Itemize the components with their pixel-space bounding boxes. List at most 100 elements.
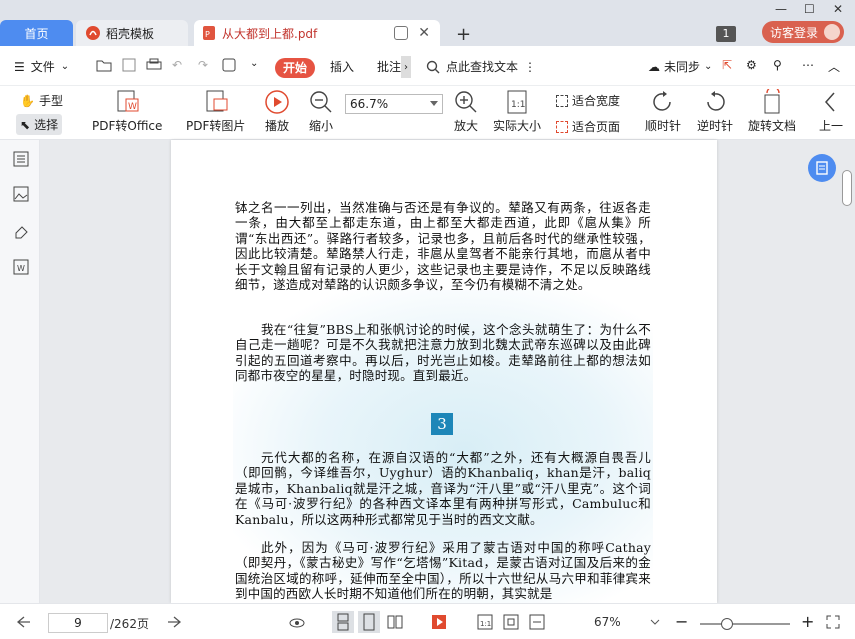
previous-page-button[interactable]: 上一 [818, 89, 844, 134]
zoom-in-label: 放大 [453, 119, 478, 133]
paragraph-3: 元代大都的名称，在源自汉语的“大都”之外，还有大概源自畏吾儿（即回鹘，今译维吾尔… [235, 450, 651, 527]
chevron-left-icon [824, 92, 835, 112]
rotate-counterclockwise-button[interactable]: 逆时针 [697, 89, 733, 134]
zoom-out-button[interactable]: 缩小 [308, 89, 334, 134]
tab-document-label: 从大都到上都.pdf [222, 26, 318, 41]
gear-icon[interactable]: ⚙ [746, 58, 757, 72]
menu-start[interactable]: 开始 [275, 58, 315, 78]
zoom-in-button[interactable]: 放大 [453, 89, 479, 134]
sync-status[interactable]: ☁ 未同步 ⌄ [648, 58, 712, 75]
tab-template[interactable]: 稻壳模板 [76, 20, 188, 46]
actual-size-icon[interactable]: 1:1 [476, 613, 494, 631]
zoom-out-icon[interactable]: − [675, 613, 693, 631]
tab-document[interactable]: P 从大都到上都.pdf ✕ [194, 20, 440, 46]
undo-icon[interactable]: ↶ [172, 58, 182, 72]
pdf-to-image-label: PDF转图片 [186, 119, 246, 133]
open-icon[interactable] [96, 58, 112, 72]
page-number-input[interactable]: 9 [48, 613, 108, 633]
play-label: 播放 [264, 119, 289, 133]
export-icon[interactable] [222, 58, 236, 72]
document-canvas[interactable]: 钵之名一一列出，当然准确与否还是有争议的。辇路又有两条，往返各走一条，由大都至上… [40, 140, 855, 603]
outline-icon[interactable] [13, 151, 29, 167]
prev-page-arrow-icon[interactable] [14, 613, 32, 631]
play-button[interactable]: 播放 [264, 89, 290, 134]
menu-insert-label: 插入 [330, 60, 355, 74]
zoom-in-icon[interactable]: + [801, 613, 819, 631]
more-horizontal-icon[interactable]: ⋯ [802, 58, 814, 72]
menu-annotate-label: 批注 [377, 60, 402, 74]
window-close-icon[interactable]: ✕ [833, 2, 843, 16]
select-tool[interactable]: ⬉ 选择 [16, 114, 63, 135]
fit-page-icon[interactable] [502, 613, 520, 631]
login-button[interactable]: 访客登录 [762, 21, 844, 43]
zoom-select[interactable]: 66.7% [345, 94, 443, 114]
rotate-counterclockwise-label: 逆时针 [697, 119, 734, 133]
fit-page-icon [556, 120, 568, 133]
file-menu-label: 文件 [30, 60, 55, 74]
fit-page-button[interactable]: 适合页面 [556, 118, 620, 135]
two-page-view-icon[interactable] [386, 613, 404, 631]
fit-page-label: 适合页面 [572, 120, 621, 134]
annotation-icon[interactable] [13, 224, 29, 240]
search-placeholder: 点此查找文本 [446, 60, 519, 74]
zoom-out-label: 缩小 [308, 119, 333, 133]
scroll-right-icon[interactable]: › [401, 56, 411, 78]
hamburger-icon: ☰ [14, 59, 25, 74]
fit-width-icon[interactable] [528, 613, 546, 631]
window-count-badge[interactable]: 1 [716, 26, 736, 42]
save-icon[interactable] [122, 58, 136, 72]
print-icon[interactable] [146, 58, 162, 72]
menu-annotate[interactable]: 批注 [377, 58, 401, 75]
rotate-document-icon [764, 89, 780, 114]
next-page-arrow-icon[interactable] [166, 613, 184, 631]
fit-width-button[interactable]: 适合宽度 [556, 92, 620, 109]
convert-icon[interactable]: W [13, 259, 29, 275]
thumbnail-icon[interactable] [13, 186, 29, 202]
new-tab-button[interactable]: + [456, 24, 471, 45]
menu-bar: ☰ 文件 ⌄ ↶ ↷ ⌄ 插入 批注 › 点此查找文本 ⋮ ☁ 未同步 ⌄ ⇱ … [0, 46, 855, 86]
tab-home-label: 首页 [24, 26, 49, 41]
maximize-icon[interactable]: ☐ [804, 2, 815, 16]
help-icon[interactable]: ⚲ [773, 58, 782, 72]
eye-icon[interactable] [288, 613, 306, 631]
pdf-to-office-button[interactable]: W PDF转Office [92, 89, 162, 134]
actual-size-label: 实际大小 [493, 119, 542, 133]
paragraph-4: 此外，因为《马可·波罗行纪》采用了蒙古语对中国的称呼Cathay（即契丹，《蒙古… [235, 540, 651, 602]
zoom-slider[interactable] [700, 618, 790, 630]
ribbon-toolbar: ✋ 手型 ⬉ 选择 W PDF转Office PDF转图片 播放 缩小 66.7… [0, 86, 855, 140]
hand-icon: ✋ [20, 93, 35, 108]
more-vertical-icon[interactable]: ⋮ [524, 60, 536, 74]
fullscreen-icon[interactable] [824, 613, 842, 631]
more-chevron-icon[interactable]: ⌄ [250, 58, 258, 69]
tab-template-label: 稻壳模板 [106, 26, 155, 41]
actual-size-icon: 1:1 [507, 90, 527, 114]
minimize-icon[interactable]: — [775, 2, 787, 16]
rotate-clockwise-button[interactable]: 顺时针 [645, 89, 681, 134]
single-page-view-icon[interactable] [332, 611, 354, 633]
zoom-slider-knob[interactable] [721, 618, 733, 630]
zoom-out-icon [310, 91, 332, 113]
chevron-down-icon[interactable] [648, 613, 662, 631]
redo-icon[interactable]: ↷ [198, 58, 208, 72]
svg-text:1:1: 1:1 [511, 100, 525, 110]
vertical-scrollbar[interactable] [842, 170, 852, 206]
chevron-down-icon [430, 101, 438, 106]
close-tab-icon[interactable]: ✕ [418, 25, 430, 41]
pdf-to-image-button[interactable]: PDF转图片 [186, 89, 245, 134]
left-sidebar: W [0, 140, 40, 603]
fit-width-label: 适合宽度 [572, 94, 621, 108]
collapse-ribbon-icon[interactable]: ︿ [828, 58, 840, 75]
share-icon[interactable]: ⇱ [722, 58, 732, 72]
rotate-document-button[interactable]: 旋转文档 [748, 89, 796, 134]
menu-insert[interactable]: 插入 [330, 58, 354, 75]
tab-home[interactable]: 首页 [0, 20, 73, 46]
file-menu[interactable]: ☰ 文件 ⌄ [14, 58, 69, 75]
hand-tool[interactable]: ✋ 手型 [20, 92, 63, 109]
play-icon[interactable] [430, 613, 448, 631]
tab-restore-icon[interactable] [394, 26, 408, 40]
actual-size-button[interactable]: 1:1 实际大小 [493, 89, 541, 134]
floating-tool-button[interactable] [808, 154, 836, 182]
hand-tool-label: 手型 [38, 94, 63, 108]
search-box[interactable]: 点此查找文本 ⋮ [426, 58, 536, 75]
continuous-view-icon[interactable] [358, 611, 380, 633]
